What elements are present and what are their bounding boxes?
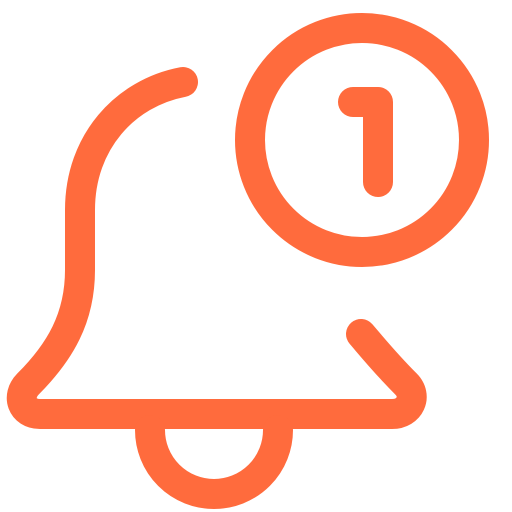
bell-icon-svg bbox=[6, 13, 489, 509]
notification-count-badge: 1 bbox=[306, 68, 418, 212]
notification-bell-icon[interactable]: 1 bbox=[0, 0, 512, 512]
bell-clapper-icon bbox=[135, 415, 293, 509]
notification-count: 1 bbox=[362, 147, 363, 149]
badge-number-svg: 1 bbox=[338, 87, 393, 197]
badge-one-glyph bbox=[338, 87, 393, 197]
